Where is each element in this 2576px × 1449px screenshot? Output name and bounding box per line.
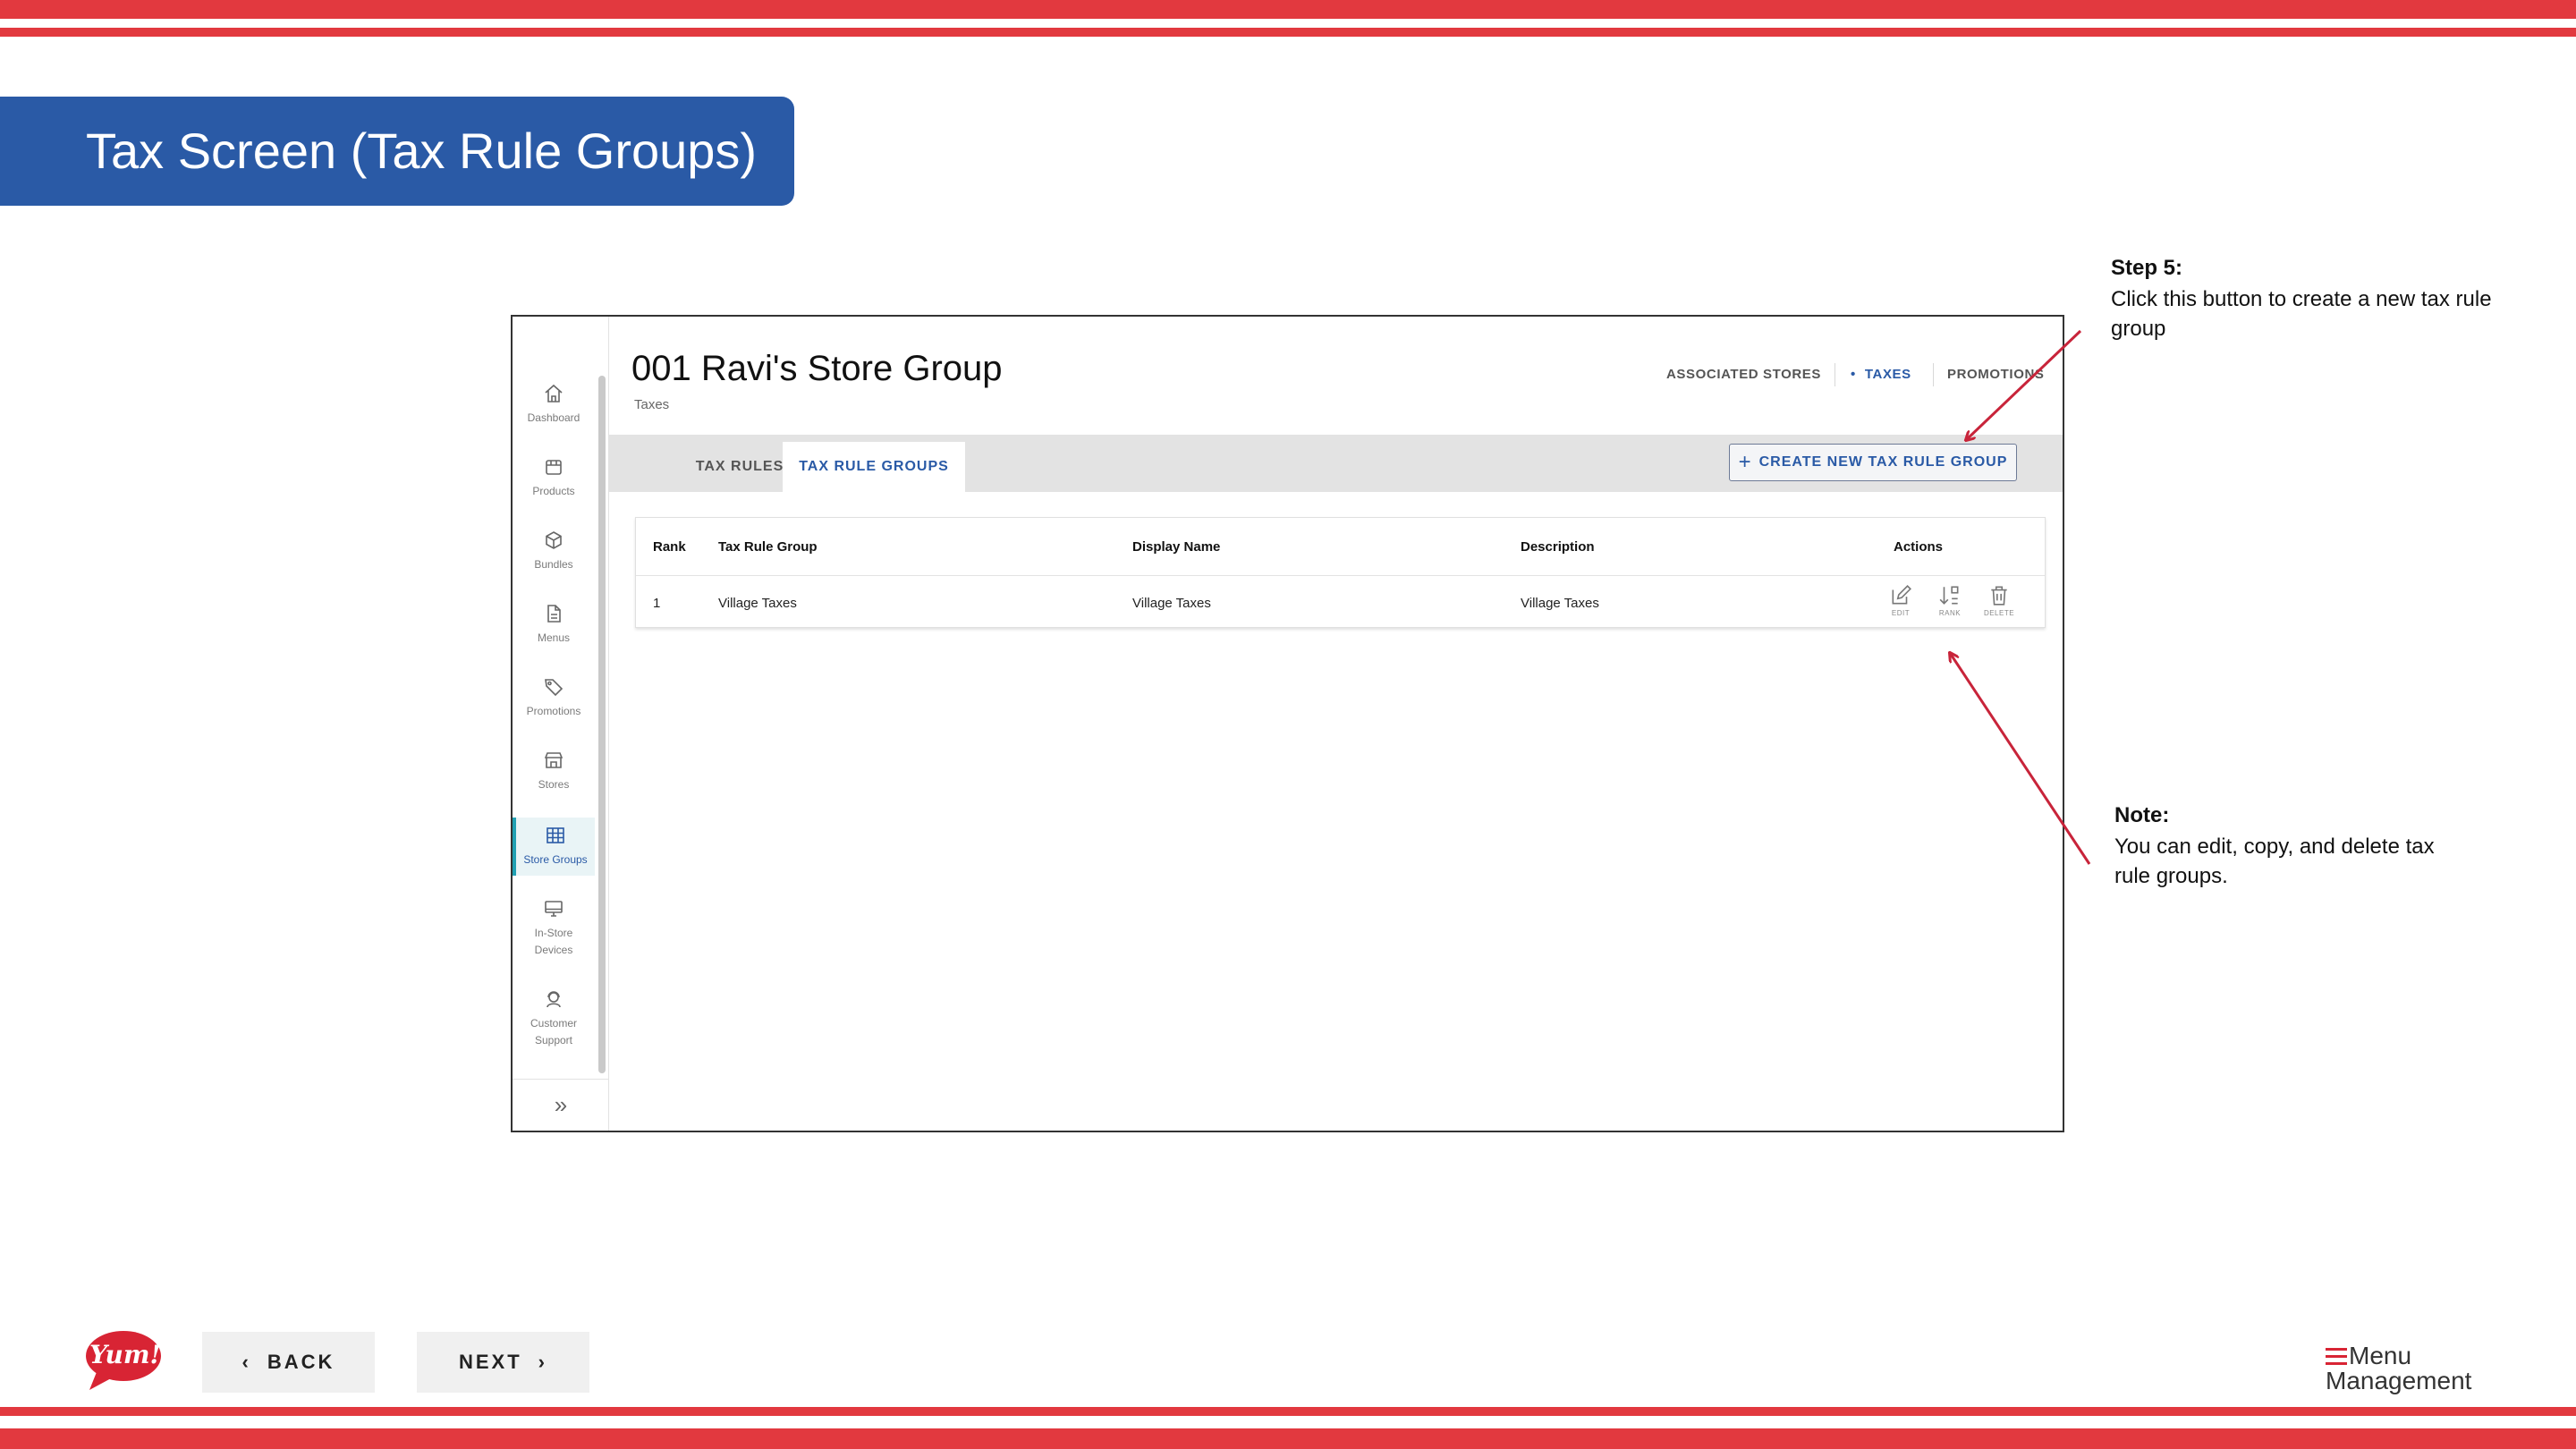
- chevron-right-icon: ›: [538, 1351, 547, 1373]
- menu-lines-icon: [2326, 1348, 2347, 1365]
- next-label: NEXT: [458, 1351, 522, 1373]
- yum-logo: Yum!: [82, 1327, 166, 1392]
- menu-management-logo: Menu Management: [2326, 1342, 2472, 1394]
- annotation-arrows: [0, 329, 2091, 865]
- next-button[interactable]: NEXT ›: [417, 1332, 589, 1393]
- arrow-to-create-button: [1966, 329, 2082, 440]
- chevron-left-icon: ‹: [242, 1351, 251, 1373]
- back-label: BACK: [267, 1351, 335, 1373]
- arrow-to-actions: [1950, 653, 2091, 865]
- back-button[interactable]: ‹ BACK: [202, 1332, 375, 1393]
